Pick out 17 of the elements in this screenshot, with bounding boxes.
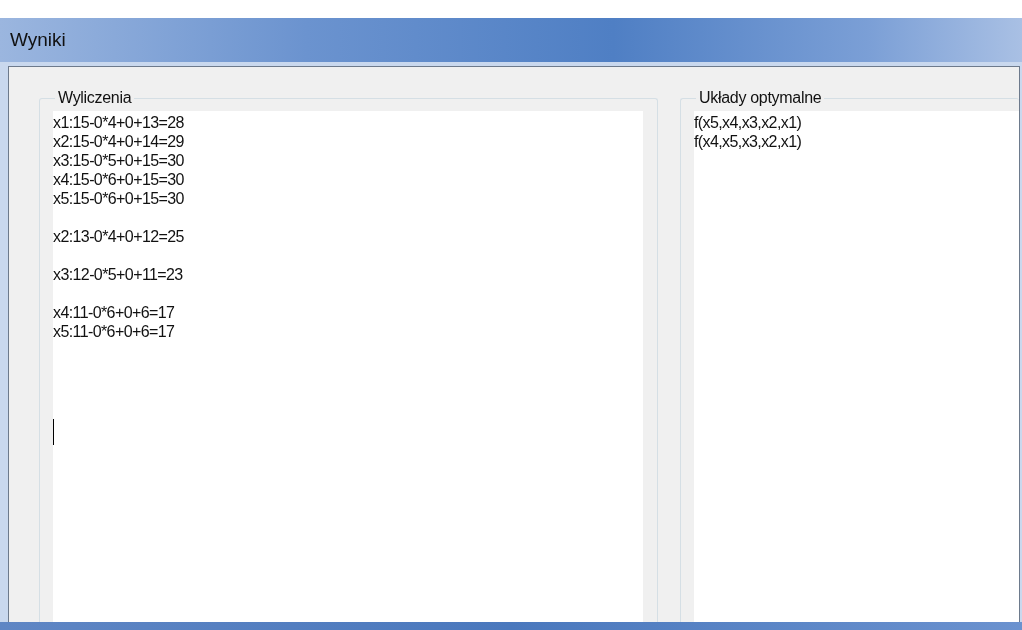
result-line: f(x4,x5,x3,x2,x1) bbox=[694, 133, 802, 150]
calculation-line: x4:15-0*6+0+15=30 bbox=[53, 171, 184, 188]
text-cursor bbox=[53, 419, 54, 445]
window-title: Wyniki bbox=[10, 29, 66, 51]
group-label: Układy optymalne bbox=[698, 89, 823, 107]
text-area[interactable]: x1:15-0*4+0+13=28 x2:15-0*4+0+14=29 x3:15-0*5+0+15=30 x4:15-0*6+0+15=30 x5:15-0*6+0+15=30 x2:13-0*4+0+12=25 x3:12-0*5+0+11=23 x4:11-0*6+0+6=17 x5:11-0*6+0+6=17 bbox=[53, 111, 643, 622]
calculation-line: x2:15-0*4+0+14=29 bbox=[53, 133, 184, 150]
calculation-line: x3:15-0*5+0+15=30 bbox=[53, 152, 184, 169]
calculation-line: x2:13-0*4+0+12=25 bbox=[53, 228, 184, 245]
calculation-line: x1:15-0*4+0+13=28 bbox=[53, 114, 184, 131]
calculation-line: x3:12-0*5+0+11=23 bbox=[53, 266, 183, 283]
text-area[interactable]: f(x5,x4,x3,x2,x1) f(x4,x5,x3,x2,x1) bbox=[694, 111, 1019, 622]
calculation-line: x5:11-0*6+0+6=17 bbox=[53, 323, 175, 340]
calculation-line: x4:11-0*6+0+6=17 bbox=[53, 304, 175, 321]
result-line: f(x5,x4,x3,x2,x1) bbox=[694, 114, 802, 131]
calculation-line: x5:15-0*6+0+15=30 bbox=[53, 190, 184, 207]
group-label: Wyliczenia bbox=[57, 89, 133, 107]
